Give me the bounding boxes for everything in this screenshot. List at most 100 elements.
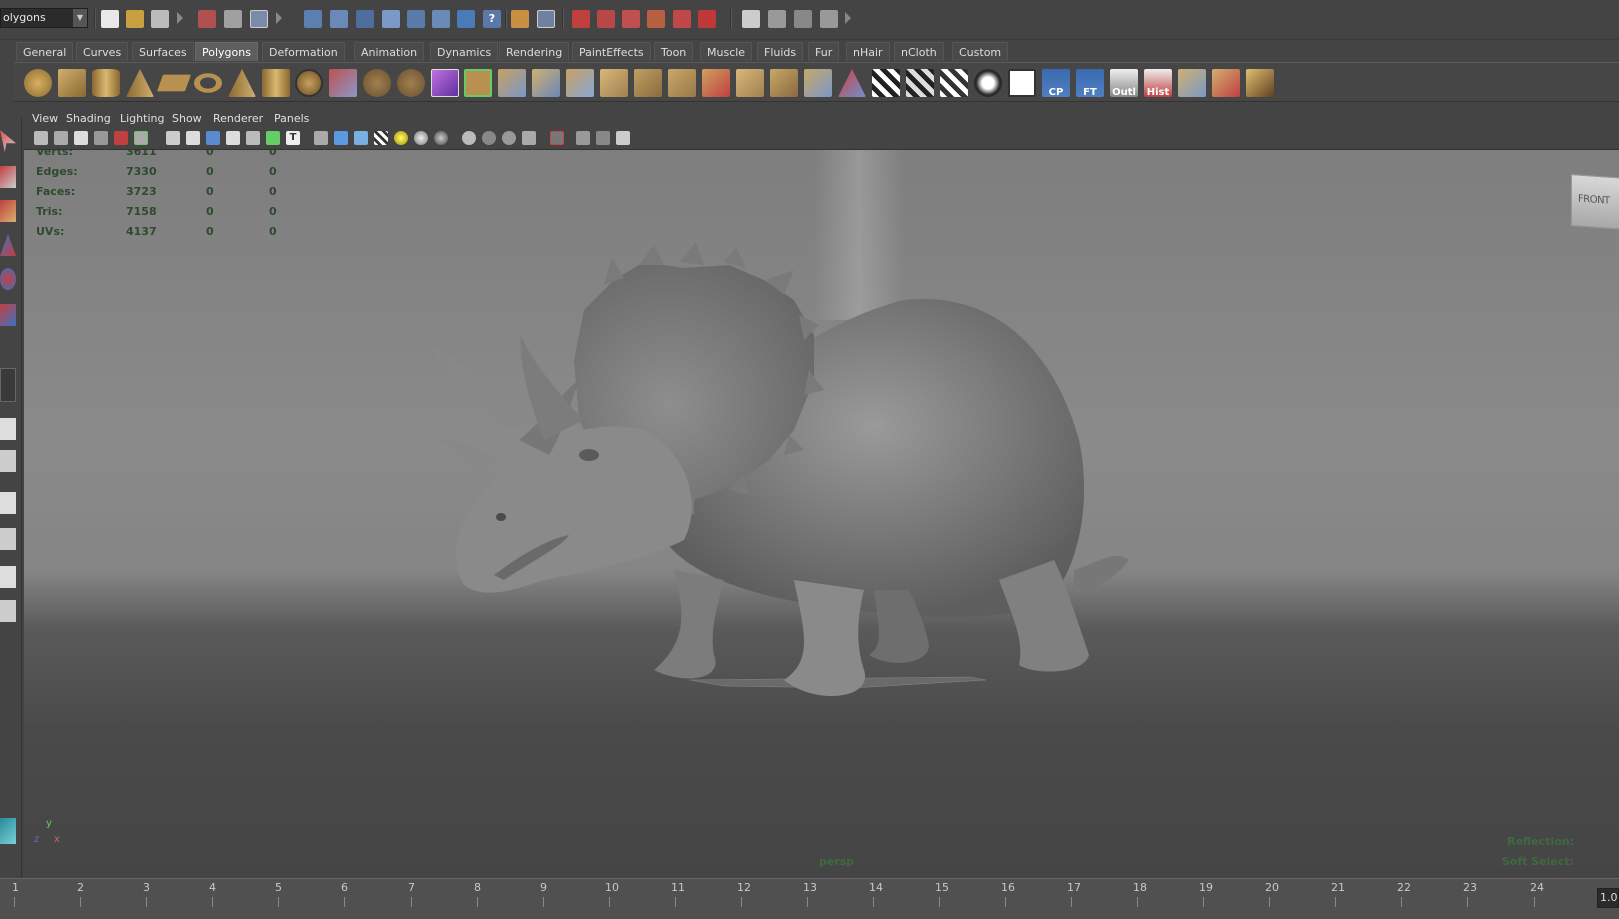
hud-icon[interactable] xyxy=(576,131,590,145)
four-pane-layout-icon[interactable] xyxy=(0,450,16,472)
freeze-transforms-button[interactable]: FT xyxy=(1076,69,1104,98)
tab-general[interactable]: General xyxy=(16,42,74,61)
delete-history-icon[interactable] xyxy=(1212,69,1240,97)
shadows-icon[interactable] xyxy=(414,131,428,145)
highlight-selection-icon[interactable] xyxy=(537,10,555,28)
safe-title-icon[interactable]: T xyxy=(286,131,300,145)
menu-panels[interactable]: Panels xyxy=(274,112,309,125)
menu-lighting[interactable]: Lighting xyxy=(120,112,164,125)
poly-cylinder-icon[interactable] xyxy=(92,69,120,97)
snap-grid-icon[interactable] xyxy=(572,10,590,28)
menu-show[interactable]: Show xyxy=(172,112,202,125)
new-scene-icon[interactable] xyxy=(101,10,119,28)
tab-painteffects[interactable]: PaintEffects xyxy=(572,42,651,61)
history-button[interactable]: Hist xyxy=(1144,69,1172,98)
snap-curve-icon[interactable] xyxy=(597,10,615,28)
safe-action-icon[interactable] xyxy=(266,131,280,145)
bookmarks-icon[interactable] xyxy=(74,131,88,145)
paint-select-icon[interactable] xyxy=(0,200,16,222)
tab-deformation[interactable]: Deformation xyxy=(262,42,345,61)
checker-tile-icon[interactable] xyxy=(940,69,968,97)
textured-icon[interactable] xyxy=(374,131,388,145)
poly-cube-icon[interactable] xyxy=(58,69,86,97)
combine-icon[interactable] xyxy=(329,69,357,97)
split-polygon-icon[interactable] xyxy=(566,69,594,97)
separate-icon[interactable] xyxy=(363,69,391,97)
xray-components-icon[interactable] xyxy=(522,131,536,145)
uv-snapshot-icon[interactable] xyxy=(1008,69,1036,97)
tab-rendering[interactable]: Rendering xyxy=(499,42,570,61)
append-polygon-icon[interactable] xyxy=(532,69,560,97)
tab-fluids[interactable]: Fluids xyxy=(757,42,804,61)
grease-pencil-icon[interactable] xyxy=(134,131,148,145)
poly-sphere-icon[interactable] xyxy=(24,69,52,97)
select-constraint-icon[interactable] xyxy=(550,131,564,145)
hypershade-layout-icon[interactable] xyxy=(0,566,16,588)
resolution-gate-icon[interactable] xyxy=(206,131,220,145)
poly-torus-icon[interactable] xyxy=(194,73,222,93)
tab-polygons[interactable]: Polygons xyxy=(195,42,258,61)
persp-outliner-layout-icon[interactable] xyxy=(0,492,16,514)
tab-animation[interactable]: Animation xyxy=(354,42,425,61)
render-view-icon[interactable] xyxy=(768,10,786,28)
field-chart-icon[interactable] xyxy=(246,131,260,145)
xray-icon[interactable] xyxy=(482,131,496,145)
snap-point-icon[interactable] xyxy=(622,10,640,28)
insert-edge-loop-icon[interactable] xyxy=(600,69,628,97)
tab-surfaces[interactable]: Surfaces xyxy=(132,42,194,61)
select-hierarchy-icon[interactable] xyxy=(198,10,216,28)
help-icon[interactable]: ? xyxy=(483,10,501,28)
lasso-tool-icon[interactable] xyxy=(0,166,16,188)
tab-muscle[interactable]: Muscle xyxy=(700,42,753,61)
uv-editor-icon[interactable] xyxy=(431,69,459,97)
rotate-tool-icon[interactable] xyxy=(0,268,16,290)
camera-attributes-icon[interactable] xyxy=(54,131,68,145)
grid-icon[interactable] xyxy=(166,131,180,145)
last-tool-icon[interactable] xyxy=(0,368,16,402)
scale-tool-icon[interactable] xyxy=(0,304,16,326)
menu-view[interactable]: View xyxy=(32,112,58,125)
current-frame-field[interactable]: 1.0 xyxy=(1597,888,1619,908)
tab-custom[interactable]: Custom xyxy=(952,42,1009,61)
snap-view-plane-icon[interactable] xyxy=(647,10,665,28)
graph-layout-icon[interactable] xyxy=(0,600,16,622)
pick-vertex-icon[interactable] xyxy=(330,10,348,28)
menu-renderer[interactable]: Renderer xyxy=(213,112,263,125)
share-icon[interactable] xyxy=(616,131,630,145)
xray-joints-icon[interactable] xyxy=(502,131,516,145)
save-scene-icon[interactable] xyxy=(151,10,169,28)
offset-edge-loop-icon[interactable] xyxy=(634,69,662,97)
sculpt-icon[interactable] xyxy=(668,69,696,97)
transfer-attributes-icon[interactable] xyxy=(1178,69,1206,97)
pick-uv-icon[interactable] xyxy=(407,10,425,28)
pick-misc-icon[interactable] xyxy=(457,10,475,28)
outliner-button[interactable]: Outl xyxy=(1110,69,1138,98)
tab-curves[interactable]: Curves xyxy=(76,42,129,61)
menu-set-dropdown[interactable]: olygons ▼ xyxy=(0,8,88,28)
smooth-shade-icon[interactable] xyxy=(334,131,348,145)
smooth-icon[interactable] xyxy=(397,69,425,97)
perspective-viewport[interactable]: Verts: 3611 0 0 Edges: 7330 0 0 Faces: 3… xyxy=(24,150,1619,876)
checker-icon[interactable] xyxy=(872,69,900,97)
pick-handle-icon[interactable] xyxy=(432,10,450,28)
extrude-icon[interactable] xyxy=(464,69,492,97)
expand-arrow-icon[interactable] xyxy=(276,12,282,24)
tab-ncloth[interactable]: nCloth xyxy=(894,42,944,61)
two-d-pan-zoom-icon[interactable] xyxy=(114,131,128,145)
isolate-select-icon[interactable] xyxy=(462,131,476,145)
construction-history-icon[interactable] xyxy=(742,10,760,28)
render-current-icon[interactable] xyxy=(794,10,812,28)
select-object-icon[interactable] xyxy=(224,10,242,28)
persp-graph-layout-icon[interactable] xyxy=(0,528,16,550)
tab-fur[interactable]: Fur xyxy=(808,42,840,61)
select-component-icon[interactable] xyxy=(250,10,268,28)
menu-shading[interactable]: Shading xyxy=(66,112,111,125)
gate-mask-icon[interactable] xyxy=(226,131,240,145)
pick-face-icon[interactable] xyxy=(382,10,400,28)
high-quality-icon[interactable] xyxy=(434,131,448,145)
chevron-down-icon[interactable]: ▼ xyxy=(73,9,87,27)
select-camera-icon[interactable] xyxy=(34,131,48,145)
tab-toon[interactable]: Toon xyxy=(654,42,694,61)
open-scene-icon[interactable] xyxy=(126,10,144,28)
relax-uv-icon[interactable] xyxy=(974,69,1002,97)
